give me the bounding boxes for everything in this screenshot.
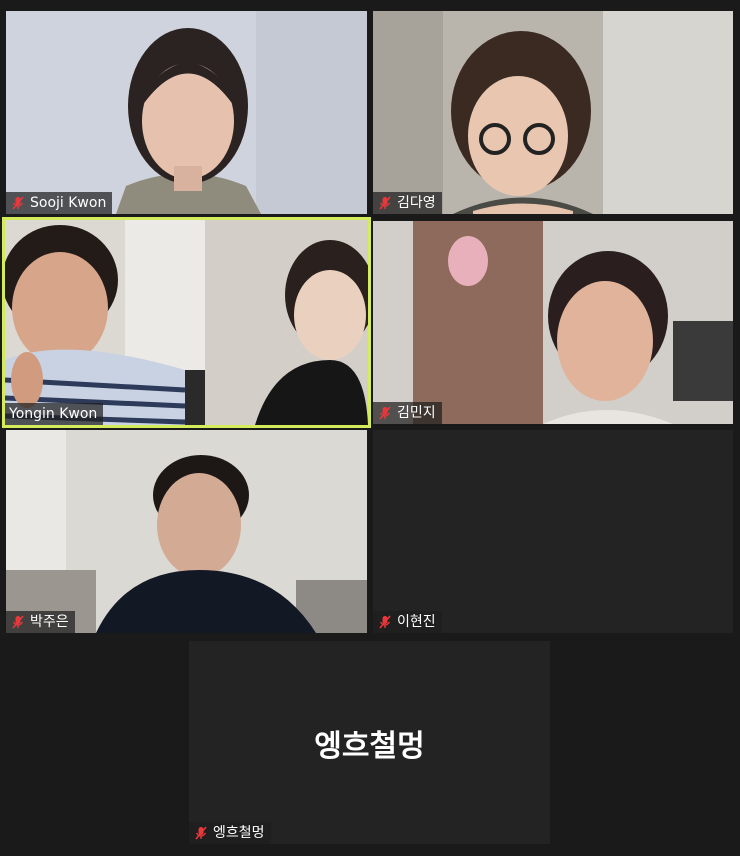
participant-name: 김다영	[397, 195, 436, 211]
participant-video	[6, 11, 367, 214]
participant-tile-sooji-kwon[interactable]: Sooji Kwon	[6, 11, 367, 214]
mic-muted-icon	[379, 196, 391, 210]
participant-name-tag: 박주은	[6, 611, 75, 633]
mic-muted-icon	[195, 826, 207, 840]
participant-name-tag: 이현진	[373, 611, 442, 633]
video-gallery: Sooji Kwon 김다영 Yongin Kwon 김민지 박주은 이현진 엥…	[0, 0, 740, 856]
participant-name-tag: 김다영	[373, 192, 442, 214]
participant-name-tag: 김민지	[373, 402, 442, 424]
participant-tile-kim-minji[interactable]: 김민지	[373, 221, 733, 424]
mic-muted-icon	[12, 196, 24, 210]
participant-video	[373, 221, 733, 424]
participant-tile-lee-hyunjin[interactable]: 이현진	[373, 430, 733, 633]
participant-display-name: 엥흐철멍	[314, 728, 425, 764]
participant-tile-yongin-kwon[interactable]: Yongin Kwon	[2, 217, 371, 428]
mic-muted-icon	[379, 406, 391, 420]
mic-muted-icon	[12, 615, 24, 629]
participant-tile-enkhchuluun[interactable]: 엥흐철멍 엥흐철멍	[189, 641, 550, 844]
participant-video	[6, 430, 367, 633]
participant-tile-kim-dayoung[interactable]: 김다영	[373, 11, 733, 214]
participant-name-tag: Sooji Kwon	[6, 192, 113, 214]
participant-name: Sooji Kwon	[30, 195, 107, 211]
participant-name: 김민지	[397, 405, 436, 421]
participant-video	[5, 220, 368, 425]
participant-tile-park-jueun[interactable]: 박주은	[6, 430, 367, 633]
participant-name-tag: Yongin Kwon	[5, 403, 104, 425]
participant-video	[373, 11, 733, 214]
participant-name-tag: 엥흐철멍	[189, 822, 271, 844]
participant-name: Yongin Kwon	[9, 406, 98, 422]
participant-name: 박주은	[30, 614, 69, 630]
participant-name: 엥흐철멍	[213, 825, 265, 841]
participant-name: 이현진	[397, 614, 436, 630]
mic-muted-icon	[379, 615, 391, 629]
